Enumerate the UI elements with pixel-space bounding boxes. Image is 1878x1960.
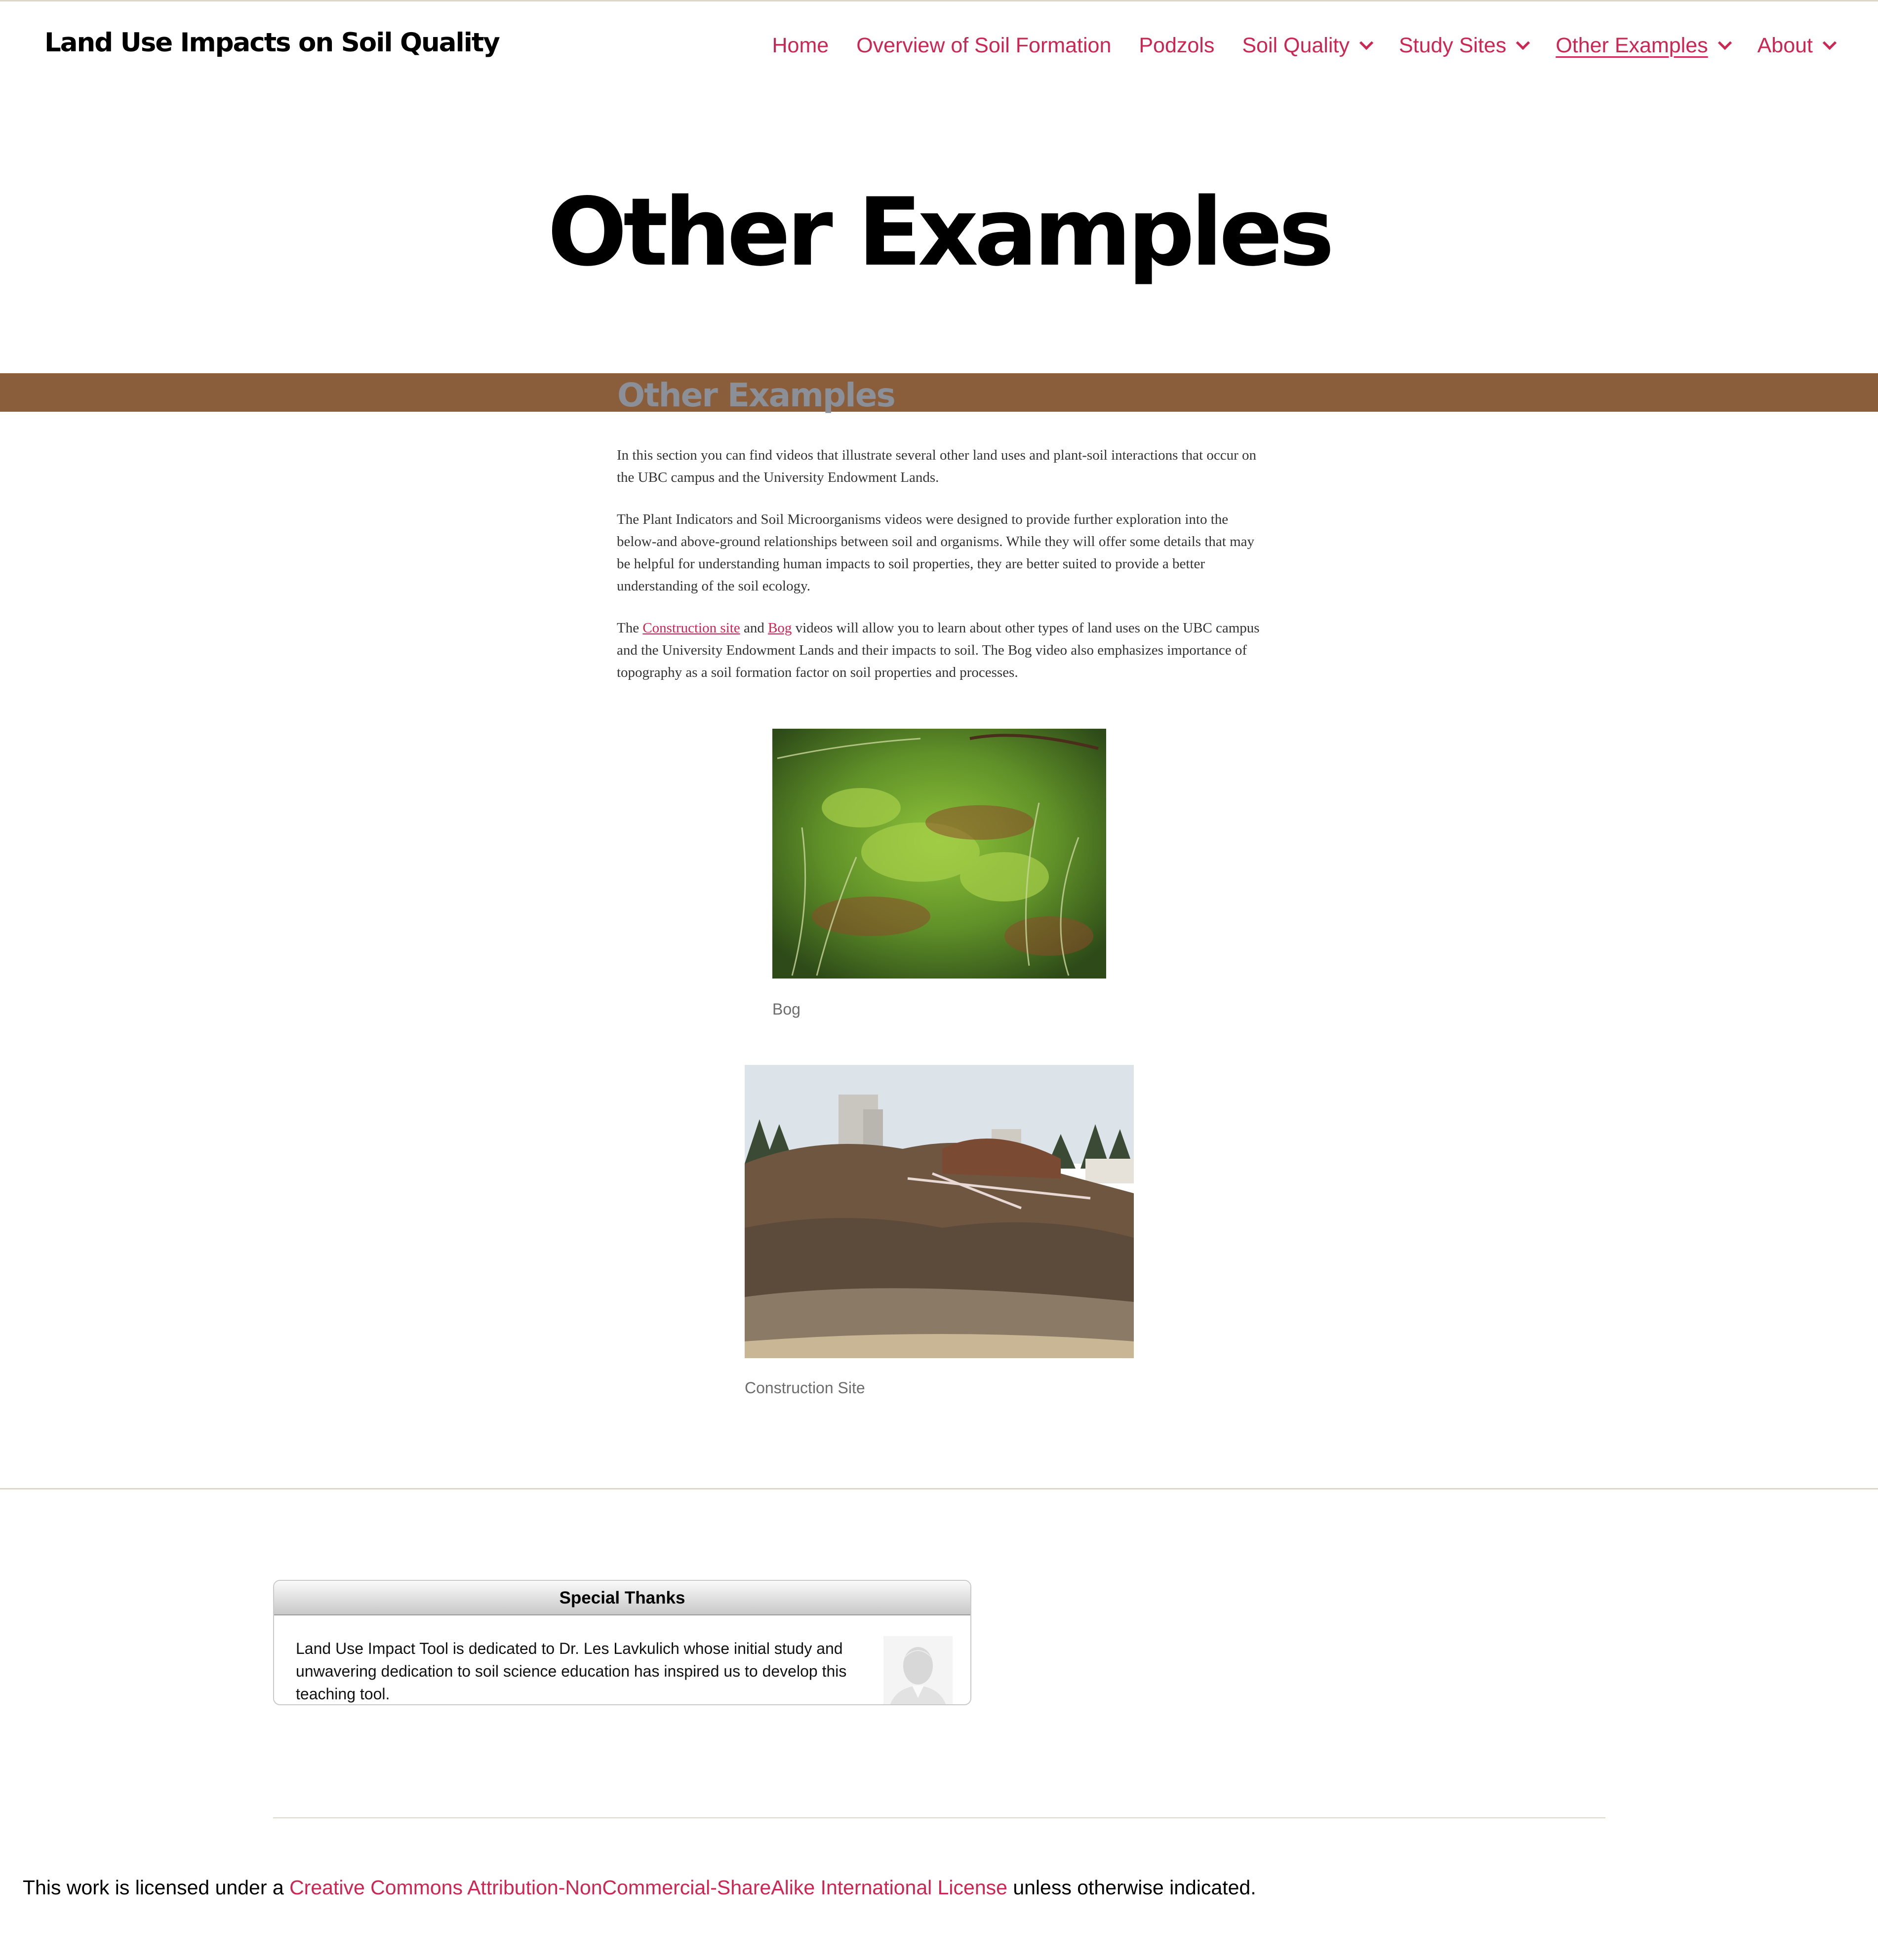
nav-item-label: Soil Quality [1242, 33, 1350, 57]
nav-item-soil-quality[interactable]: Soil Quality [1242, 33, 1373, 58]
article-body: In this section you can find videos that… [617, 444, 1264, 704]
special-thanks-text: Land Use Impact Tool is dedicated to Dr.… [296, 1640, 847, 1703]
nav-item-home[interactable]: Home [772, 34, 829, 58]
top-border [0, 0, 1878, 1]
content-separator [0, 1488, 1878, 1490]
construction-site-caption: Construction Site [745, 1379, 865, 1397]
text-segment: and [740, 620, 768, 636]
nav-item-about[interactable]: About [1757, 33, 1837, 58]
chevron-down-icon[interactable] [1359, 36, 1373, 50]
site-title[interactable]: Land Use Impacts on Soil Quality [44, 28, 500, 58]
special-thanks-widget: Special Thanks Land Use Impact Tool is d… [273, 1580, 971, 1705]
footer-rule [273, 1817, 1605, 1818]
construction-site-link[interactable]: Construction site [642, 620, 740, 636]
license-notice: This work is licensed under a Creative C… [23, 1876, 1256, 1899]
special-thanks-heading: Special Thanks [274, 1581, 970, 1615]
page-title: Other Examples [547, 178, 1335, 287]
license-prefix: This work is licensed under a [23, 1876, 290, 1899]
nav-item-overview-of-soil-formation[interactable]: Overview of Soil Formation [856, 34, 1111, 58]
banner-title: Other Examples [617, 376, 896, 414]
primary-nav: Home Overview of Soil Formation Podzols Soi… [772, 31, 1837, 60]
portrait-photo [883, 1636, 953, 1704]
nav-item-other-examples[interactable]: Other Examples [1556, 33, 1732, 58]
nav-item-label: About [1757, 33, 1813, 57]
nav-item-podzols[interactable]: Podzols [1139, 34, 1214, 58]
bog-caption: Bog [772, 1000, 800, 1018]
nav-item-label: Study Sites [1399, 33, 1507, 57]
license-link[interactable]: Creative Commons Attribution-NonCommerci… [289, 1876, 1007, 1899]
chevron-down-icon[interactable] [1516, 36, 1530, 50]
nav-item-label: Podzols [1139, 33, 1215, 57]
text-segment: The [617, 620, 643, 636]
nav-item-study-sites[interactable]: Study Sites [1399, 33, 1530, 58]
bog-image [772, 729, 1106, 979]
bog-link[interactable]: Bog [768, 620, 792, 636]
chevron-down-icon[interactable] [1718, 36, 1732, 50]
organisms-paragraph: The Plant Indicators and Soil Microorgan… [617, 511, 1255, 594]
banner-band [0, 373, 1878, 412]
chevron-down-icon[interactable] [1822, 36, 1837, 50]
license-suffix: unless otherwise indicated. [1007, 1876, 1256, 1899]
nav-item-label: Other Examples [1556, 33, 1708, 57]
nav-item-label: Overview of Soil Formation [856, 33, 1112, 57]
construction-site-image [745, 1065, 1134, 1358]
land-use-paragraph: The Construction site and Bog videos wil… [617, 617, 1264, 684]
nav-item-label: Home [772, 33, 829, 57]
intro-paragraph: In this section you can find videos that… [617, 447, 1256, 485]
